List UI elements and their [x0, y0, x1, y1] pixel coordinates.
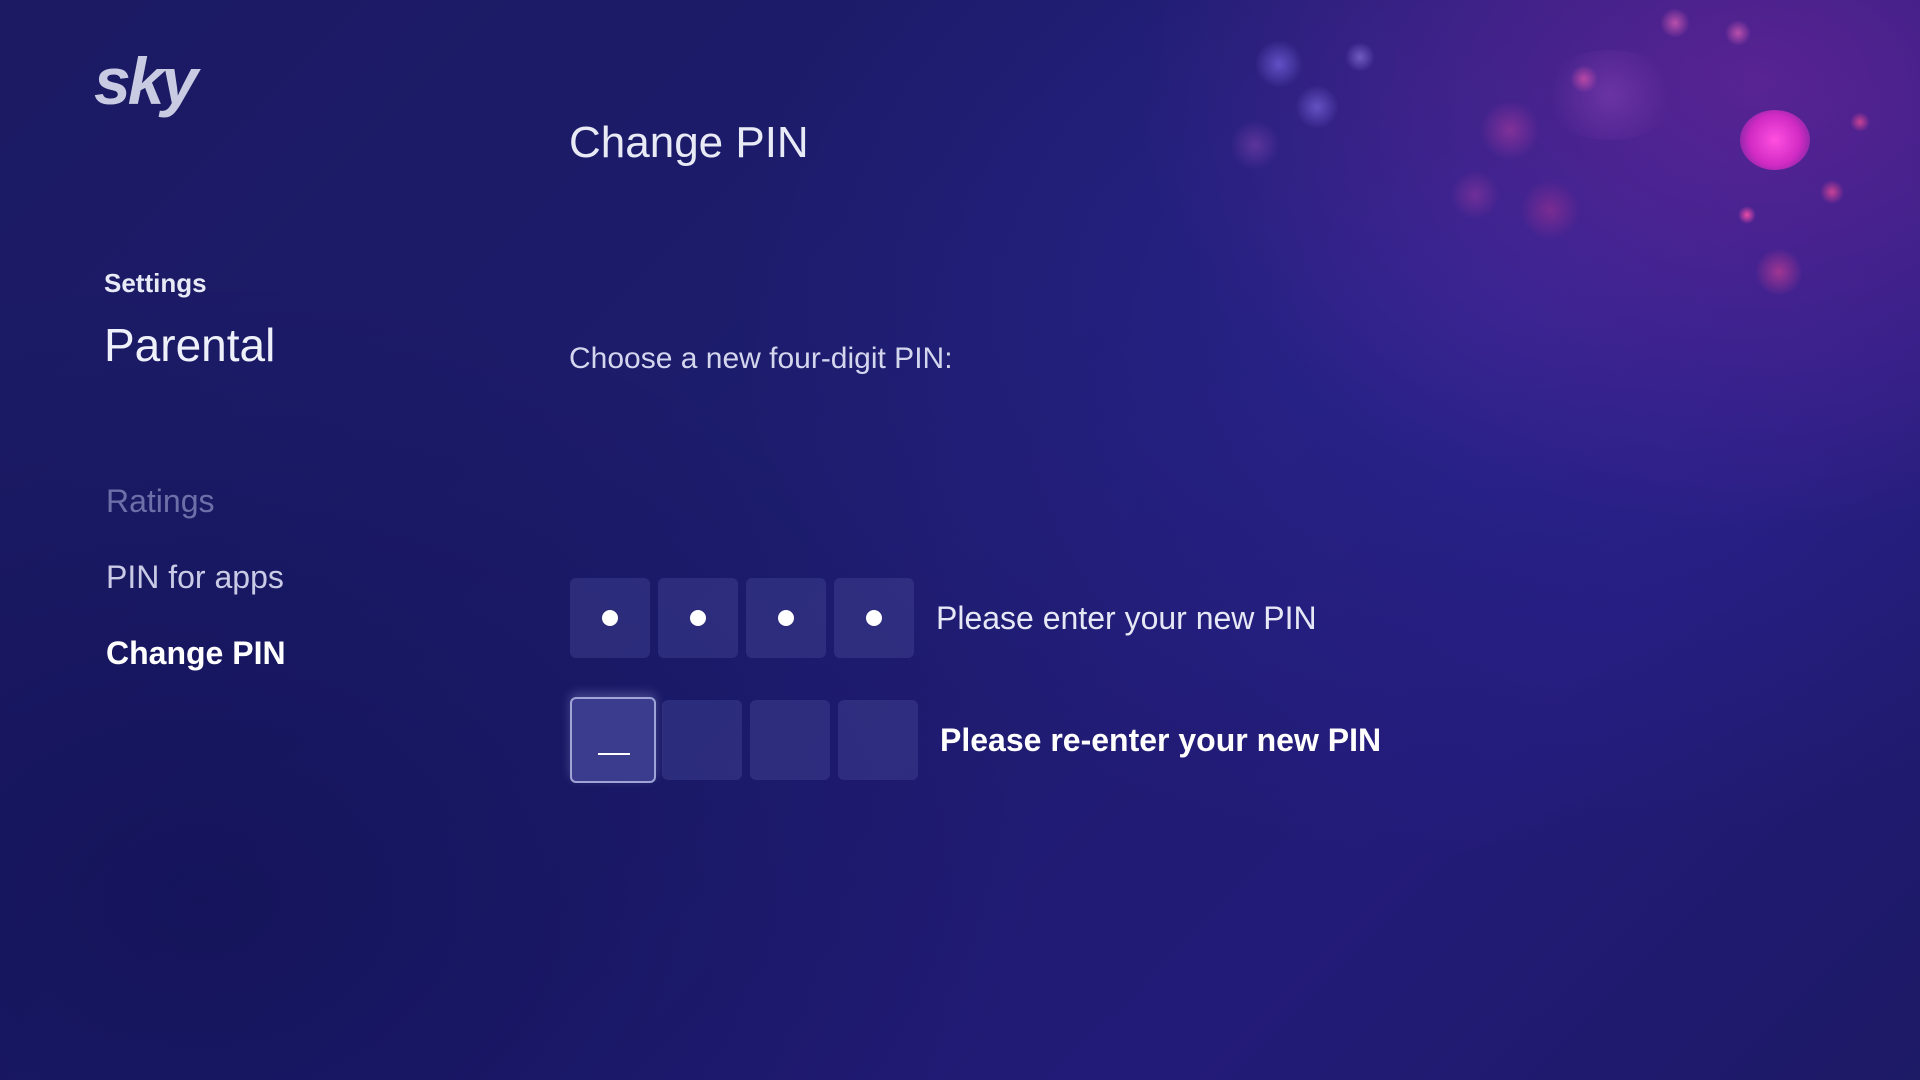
sidebar-section-label: Settings	[104, 268, 207, 298]
confirm-pin-digit-4[interactable]	[838, 700, 918, 780]
page-title: Change PIN	[569, 118, 809, 167]
confirm-pin-digit-3[interactable]	[750, 700, 830, 780]
text-cursor	[598, 753, 630, 755]
confirm-pin-label: Please re-enter your new PIN	[940, 721, 1382, 758]
new-pin-digit-3[interactable]	[746, 578, 826, 658]
pin-instruction: Choose a new four-digit PIN:	[569, 342, 953, 375]
sidebar-title: Parental	[104, 319, 276, 371]
svg-text:sky: sky	[94, 46, 201, 118]
new-pin-label: Please enter your new PIN	[936, 599, 1317, 636]
new-pin-digit-1[interactable]	[570, 578, 650, 658]
confirm-pin-digit-1[interactable]	[570, 697, 656, 783]
confirm-pin-digit-2[interactable]	[662, 700, 742, 780]
sky-logo: sky	[94, 44, 214, 126]
sidebar-menu: Ratings PIN for apps Change PIN	[106, 480, 286, 708]
sidebar-item-change-pin[interactable]: Change PIN	[106, 632, 286, 708]
new-pin-digit-2[interactable]	[658, 578, 738, 658]
new-pin-digit-4[interactable]	[834, 578, 914, 658]
new-pin-row: Please enter your new PIN	[570, 578, 1317, 658]
sidebar-item-pin-for-apps[interactable]: PIN for apps	[106, 556, 286, 632]
sidebar-item-ratings[interactable]: Ratings	[106, 480, 286, 556]
confirm-pin-row: Please re-enter your new PIN	[570, 697, 1381, 783]
